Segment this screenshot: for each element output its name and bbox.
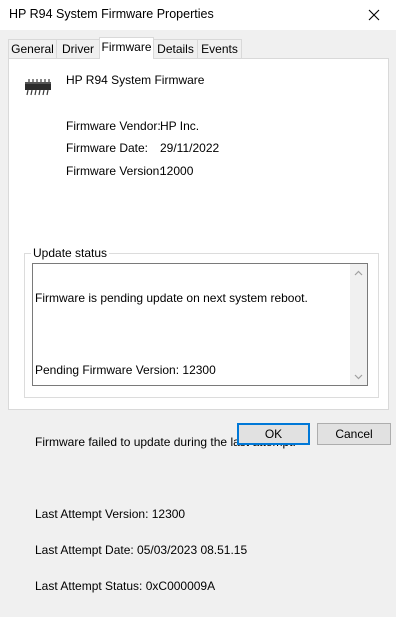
firmware-date-value: 29/11/2022	[160, 141, 220, 155]
status-line: Firmware is pending update on next syste…	[35, 291, 308, 305]
tab-firmware[interactable]: Firmware	[99, 37, 154, 59]
close-icon	[368, 9, 380, 21]
firmware-version-value: 12000	[160, 164, 194, 178]
status-line: Last Attempt Version: 12300	[35, 507, 186, 521]
firmware-date-label: Firmware Date:	[66, 141, 149, 155]
tab-events[interactable]: Events	[197, 39, 242, 58]
status-line	[35, 400, 347, 412]
update-status-label: Update status	[31, 246, 110, 260]
tab-label: Details	[157, 42, 194, 56]
status-line: Last Attempt Status: 0xC000009A	[35, 579, 216, 593]
scroll-down-button[interactable]	[350, 368, 367, 385]
tab-label: Driver	[62, 42, 94, 56]
status-line: Pending Firmware Version: 12300	[35, 363, 216, 377]
tab-label: General	[11, 42, 54, 56]
update-status-group: Update status Firmware is pending update…	[24, 246, 379, 592]
firmware-version-label: Firmware Version:	[66, 164, 163, 178]
vertical-scrollbar[interactable]	[350, 264, 367, 385]
tab-label: Events	[201, 42, 238, 56]
chevron-down-icon	[354, 374, 363, 379]
status-line	[35, 472, 347, 484]
firmware-vendor-value: HP Inc.	[160, 119, 200, 133]
cancel-button[interactable]: Cancel	[317, 423, 391, 445]
tab-details[interactable]: Details	[153, 39, 198, 58]
chip-icon	[25, 79, 51, 96]
firmware-panel: HP R94 System Firmware Firmware Vendor: …	[8, 58, 389, 592]
close-button[interactable]	[352, 0, 396, 30]
chevron-up-icon	[354, 270, 363, 275]
tab-driver[interactable]: Driver	[56, 39, 100, 58]
tab-label: Firmware	[101, 40, 152, 54]
ok-button[interactable]: OK	[237, 423, 310, 445]
update-status-textbox[interactable]: Firmware is pending update on next syste…	[32, 263, 368, 592]
tab-general[interactable]: General	[8, 39, 57, 58]
tab-strip: General Driver Firmware Details Events	[8, 37, 390, 59]
window-title: HP R94 System Firmware Properties	[9, 7, 214, 21]
status-line: Last Attempt Date: 05/03/2023 08.51.15	[35, 543, 248, 557]
firmware-vendor-label: Firmware Vendor:	[66, 119, 161, 133]
scroll-up-button[interactable]	[350, 264, 367, 281]
device-name: HP R94 System Firmware	[66, 73, 205, 87]
status-line	[35, 328, 347, 340]
title-bar: HP R94 System Firmware Properties	[0, 0, 396, 30]
